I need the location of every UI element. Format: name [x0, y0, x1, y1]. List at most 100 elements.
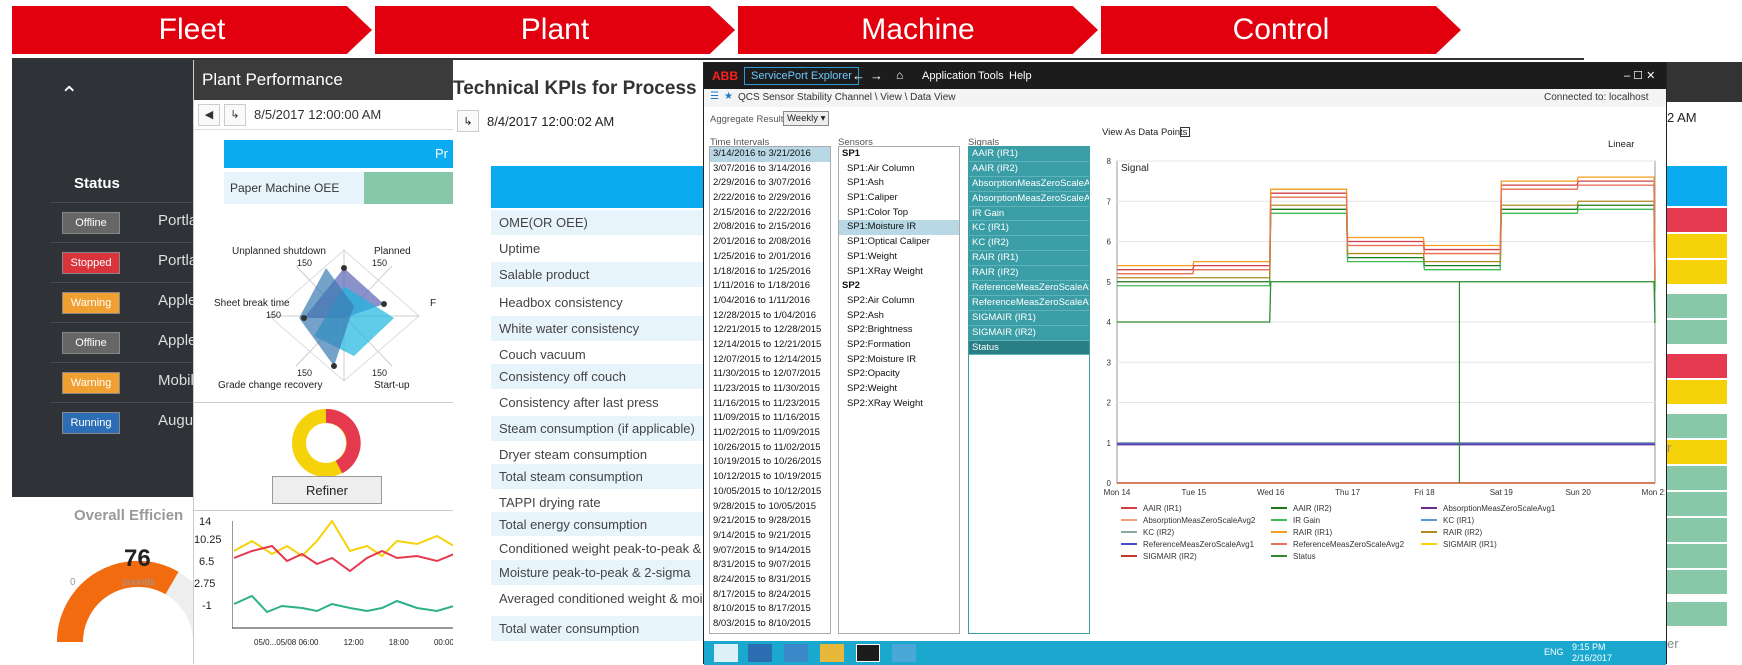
sensor-item[interactable]: SP2:Weight — [839, 382, 959, 397]
signal-item[interactable]: AbsorptionMeasZeroScaleAvg2 — [969, 191, 1089, 207]
time-interval-item[interactable]: 8/03/2015 to 8/10/2015 — [710, 617, 830, 632]
windows-start-icon[interactable] — [714, 644, 738, 662]
time-interval-item[interactable]: 2/01/2016 to 2/08/2016 — [710, 235, 830, 250]
signal-item[interactable]: SIGMAIR (IR1) — [969, 310, 1089, 326]
sensor-item[interactable]: SP2:Air Column — [839, 294, 959, 309]
forward-icon[interactable]: → — [870, 68, 883, 83]
banner-tab-fleet[interactable]: Fleet — [12, 6, 372, 54]
sensor-item[interactable]: SP1:Ash — [839, 176, 959, 191]
signal-item[interactable]: AAIR (IR2) — [969, 161, 1089, 177]
time-interval-item[interactable]: 11/16/2015 to 11/23/2015 — [710, 397, 830, 412]
time-interval-item[interactable]: 3/14/2016 to 3/21/2016 — [710, 147, 830, 162]
signal-item[interactable]: SIGMAIR (IR2) — [969, 325, 1089, 341]
sensor-item[interactable]: SP1 — [839, 147, 959, 162]
time-interval-item[interactable]: 8/31/2015 to 9/07/2015 — [710, 558, 830, 573]
kpi-item: Conditioned weight peak-to-peak & 2- — [491, 536, 703, 561]
series-line — [1117, 184, 1656, 279]
sensor-item[interactable]: SP1:Air Column — [839, 162, 959, 177]
chart-title: Signal — [1121, 163, 1149, 174]
time-interval-item[interactable]: 12/28/2015 to 1/04/2016 — [710, 309, 830, 324]
time-interval-item[interactable]: 12/21/2015 to 12/28/2015 — [710, 323, 830, 338]
sensor-item[interactable]: SP1:Optical Caliper — [839, 235, 959, 250]
time-interval-item[interactable]: 1/25/2016 to 2/01/2016 — [710, 250, 830, 265]
step-icon[interactable]: ↳ — [457, 110, 479, 132]
star-icon[interactable]: ★ — [724, 91, 733, 102]
y-tick-label: 1 — [1107, 439, 1112, 448]
explorer-icon[interactable] — [748, 644, 772, 662]
signal-item[interactable]: AbsorptionMeasZeroScaleAvg1 — [969, 176, 1089, 192]
sensor-item[interactable]: SP2:Brightness — [839, 323, 959, 338]
signal-item[interactable]: RAIR (IR2) — [969, 266, 1089, 282]
signal-item[interactable]: KC (IR1) — [969, 221, 1089, 237]
home-icon[interactable]: ⌂ — [896, 68, 903, 82]
time-interval-item[interactable]: 12/14/2015 to 12/21/2015 — [710, 338, 830, 353]
app-icon[interactable] — [784, 644, 808, 662]
time-interval-item[interactable]: 10/19/2015 to 10/26/2015 — [710, 455, 830, 470]
time-interval-item[interactable]: 9/28/2015 to 10/05/2015 — [710, 500, 830, 515]
sensor-item[interactable]: SP1:Weight — [839, 250, 959, 265]
sensor-item[interactable]: SP1:Color Top — [839, 206, 959, 221]
time-interval-item[interactable]: 10/26/2015 to 11/02/2015 — [710, 441, 830, 456]
time-interval-item[interactable]: 1/18/2016 to 1/25/2016 — [710, 265, 830, 280]
sensor-item[interactable]: SP2:Moisture IR — [839, 353, 959, 368]
sensor-item[interactable]: SP2:XRay Weight — [839, 397, 959, 412]
collapse-icon[interactable]: ⌃ — [60, 82, 78, 108]
time-interval-item[interactable]: 2/29/2016 to 3/07/2016 — [710, 176, 830, 191]
signal-item[interactable]: IR Gain — [969, 206, 1089, 222]
signal-item[interactable]: ReferenceMeasZeroScaleAvg1 — [969, 281, 1089, 296]
time-interval-item[interactable]: 9/14/2015 to 9/21/2015 — [710, 529, 830, 544]
banner-tab-control[interactable]: Control — [1101, 6, 1461, 54]
menu-application[interactable]: Application — [922, 70, 976, 82]
time-interval-item[interactable]: 1/04/2016 to 1/11/2016 — [710, 294, 830, 309]
window-controls[interactable]: – ☐ ✕ — [1624, 69, 1655, 82]
signal-item[interactable]: RAIR (IR1) — [969, 251, 1089, 267]
signal-item[interactable]: ReferenceMeasZeroScaleAvg2 — [969, 295, 1089, 311]
menu-help[interactable]: Help — [1009, 70, 1032, 82]
time-interval-item[interactable]: 11/23/2015 to 11/30/2015 — [710, 382, 830, 397]
sensor-item[interactable]: SP2:Formation — [839, 338, 959, 353]
series-line — [1117, 184, 1656, 279]
time-interval-item[interactable]: 11/30/2015 to 12/07/2015 — [710, 367, 830, 382]
step-icon[interactable]: ↳ — [224, 103, 246, 126]
time-interval-item[interactable]: 8/10/2015 to 8/17/2015 — [710, 602, 830, 617]
aggregate-select[interactable]: Weekly ▾ — [783, 111, 830, 126]
refiner-button[interactable]: Refiner — [272, 476, 382, 504]
time-interval-item[interactable]: 10/05/2015 to 10/12/2015 — [710, 485, 830, 500]
series-line — [1117, 180, 1656, 275]
hamburger-icon[interactable]: ☰ — [710, 91, 719, 102]
view-data-points-checkbox[interactable] — [1180, 127, 1190, 137]
time-interval-item[interactable]: 12/07/2015 to 12/14/2015 — [710, 353, 830, 368]
time-interval-item[interactable]: 1/11/2016 to 1/18/2016 — [710, 279, 830, 294]
app-title[interactable]: ServicePort Explorer — [744, 67, 859, 85]
sensor-item[interactable]: SP2:Ash — [839, 309, 959, 324]
sensor-item[interactable]: SP1:Moisture IR — [839, 220, 959, 236]
time-interval-item[interactable]: 9/21/2015 to 9/28/2015 — [710, 514, 830, 529]
time-interval-item[interactable]: 8/24/2015 to 8/31/2015 — [710, 573, 830, 588]
signal-item[interactable]: Status — [969, 340, 1089, 356]
prev-icon[interactable]: ◀ — [198, 103, 220, 126]
time-interval-item[interactable]: 2/08/2016 to 2/15/2016 — [710, 220, 830, 235]
banner-tab-plant[interactable]: Plant — [375, 6, 735, 54]
sensor-item[interactable]: SP2 — [839, 279, 959, 294]
time-interval-item[interactable]: 2/22/2016 to 2/29/2016 — [710, 191, 830, 206]
time-interval-item[interactable]: 9/07/2015 to 9/14/2015 — [710, 544, 830, 559]
time-interval-item[interactable]: 10/12/2015 to 10/19/2015 — [710, 470, 830, 485]
monitor-icon[interactable] — [856, 644, 880, 662]
signal-item[interactable]: KC (IR2) — [969, 236, 1089, 252]
sensor-item[interactable]: SP1:XRay Weight — [839, 265, 959, 280]
time-interval-item[interactable]: 7/27/2015 to 8/03/2015 — [710, 632, 830, 634]
time-interval-item[interactable]: 11/02/2015 to 11/09/2015 — [710, 426, 830, 441]
time-interval-item[interactable]: 11/09/2015 to 11/16/2015 — [710, 411, 830, 426]
banner-tab-machine[interactable]: Machine — [738, 6, 1098, 54]
folder-icon[interactable] — [820, 644, 844, 662]
paint-icon[interactable] — [892, 644, 916, 662]
time-interval-item[interactable]: 3/07/2016 to 3/14/2016 — [710, 162, 830, 177]
status-cell — [1667, 320, 1727, 344]
time-interval-item[interactable]: 8/17/2015 to 8/24/2015 — [710, 588, 830, 603]
time-interval-item[interactable]: 2/15/2016 to 2/22/2016 — [710, 206, 830, 221]
sensor-item[interactable]: SP2:Opacity — [839, 367, 959, 382]
menu-tools[interactable]: Tools — [978, 70, 1004, 82]
back-icon[interactable]: ← — [852, 68, 865, 83]
signal-item[interactable]: AAIR (IR1) — [969, 147, 1089, 162]
sensor-item[interactable]: SP1:Caliper — [839, 191, 959, 206]
